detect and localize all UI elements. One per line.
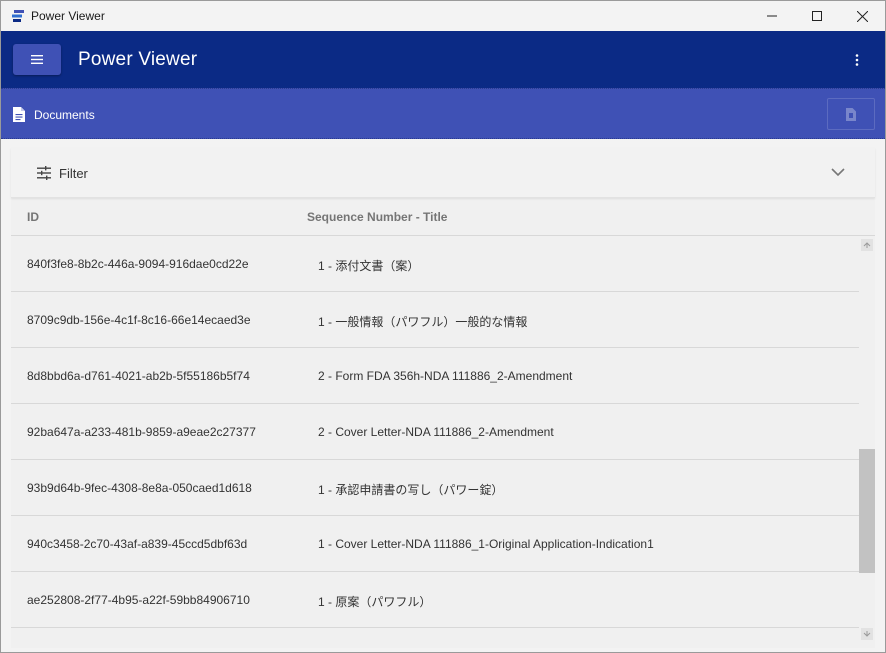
close-icon	[856, 10, 868, 22]
file-export-icon	[846, 107, 856, 121]
table-body: 840f3fe8-8b2c-446a-9094-916dae0cd22e 1 -…	[11, 236, 859, 648]
hamburger-icon	[31, 55, 43, 64]
more-vertical-icon	[855, 54, 859, 66]
table-row[interactable]: 8d8bbd6a-d761-4021-ab2b-5f55186b5f74 2 -…	[11, 348, 859, 404]
cell-title: 1 - 承認申請書の写し（パワー錠）	[318, 483, 504, 497]
cell-title: 2 - Cover Letter-NDA 111886_2-Amendment	[318, 425, 554, 439]
app-header: Power Viewer	[1, 31, 885, 88]
filter-label: Filter	[59, 166, 88, 181]
cell-title: 1 - 添付文書（案）	[318, 259, 420, 273]
minimize-icon	[767, 15, 777, 17]
scroll-down-button[interactable]	[861, 628, 873, 640]
cell-id: ae252808-2f77-4b95-a22f-59bb84906710	[27, 593, 250, 607]
menu-button[interactable]	[13, 44, 61, 75]
maximize-button[interactable]	[794, 1, 840, 31]
more-options-button[interactable]	[847, 49, 867, 71]
table-row[interactable]: ae252808-2f77-4b95-a22f-59bb84906710 1 -…	[11, 572, 859, 628]
table-row[interactable]: 8709c9db-156e-4c1f-8c16-66e14ecaed3e 1 -…	[11, 292, 859, 348]
chevron-down-icon[interactable]	[831, 167, 845, 177]
cell-title: 1 - Cover Letter-NDA 111886_1-Original A…	[318, 537, 654, 551]
cell-id: 93b9d64b-9fec-4308-8e8a-050caed1d618	[27, 481, 252, 495]
arrow-down-icon	[863, 631, 871, 637]
app-window: Power Viewer Power Viewer Documents Filt…	[0, 0, 886, 653]
section-title: Documents	[34, 108, 95, 122]
documents-panel: Filter ID Sequence Number - Title 840f3f…	[11, 148, 875, 648]
table-row[interactable]: 940c3458-2c70-43af-a839-45ccd5dbf63d 1 -…	[11, 516, 859, 572]
table-row[interactable]: 93b9d64b-9fec-4308-8e8a-050caed1d618 1 -…	[11, 460, 859, 516]
cell-title: 2 - Form FDA 356h-NDA 111886_2-Amendment	[318, 369, 573, 383]
cell-id: 92ba647a-a233-481b-9859-a9eae2c27377	[27, 425, 256, 439]
table-header: ID Sequence Number - Title	[11, 200, 875, 236]
cell-id: 940c3458-2c70-43af-a839-45ccd5dbf63d	[27, 537, 248, 551]
vertical-scrollbar[interactable]	[859, 236, 875, 646]
cell-id: 840f3fe8-8b2c-446a-9094-916dae0cd22e	[27, 257, 249, 271]
close-button[interactable]	[839, 1, 885, 31]
cell-id: 8d8bbd6a-d761-4021-ab2b-5f55186b5f74	[27, 369, 250, 383]
section-bar: Documents	[1, 88, 885, 139]
column-header-id[interactable]: ID	[27, 210, 39, 224]
title-bar[interactable]: Power Viewer	[1, 1, 885, 31]
minimize-button[interactable]	[749, 1, 795, 31]
maximize-icon	[812, 11, 822, 21]
cell-title: 1 - 一般情報（パワフル）一般的な情報	[318, 315, 528, 329]
app-logo-icon	[12, 10, 24, 22]
scroll-up-button[interactable]	[861, 239, 873, 251]
column-header-title[interactable]: Sequence Number - Title	[307, 210, 447, 224]
document-icon	[13, 107, 25, 122]
cell-id: 8709c9db-156e-4c1f-8c16-66e14ecaed3e	[27, 313, 251, 327]
cell-title: 1 - 原案（パワフル）	[318, 595, 432, 609]
app-title: Power Viewer	[78, 49, 198, 70]
table-row[interactable]: 92ba647a-a233-481b-9859-a9eae2c27377 2 -…	[11, 404, 859, 460]
sliders-icon	[37, 166, 51, 180]
arrow-up-icon	[863, 242, 871, 248]
export-button[interactable]	[827, 98, 875, 130]
table-row[interactable]: 840f3fe8-8b2c-446a-9094-916dae0cd22e 1 -…	[11, 236, 859, 292]
scrollbar-thumb[interactable]	[859, 449, 875, 573]
filter-panel[interactable]: Filter	[11, 148, 875, 198]
window-title: Power Viewer	[31, 9, 105, 23]
